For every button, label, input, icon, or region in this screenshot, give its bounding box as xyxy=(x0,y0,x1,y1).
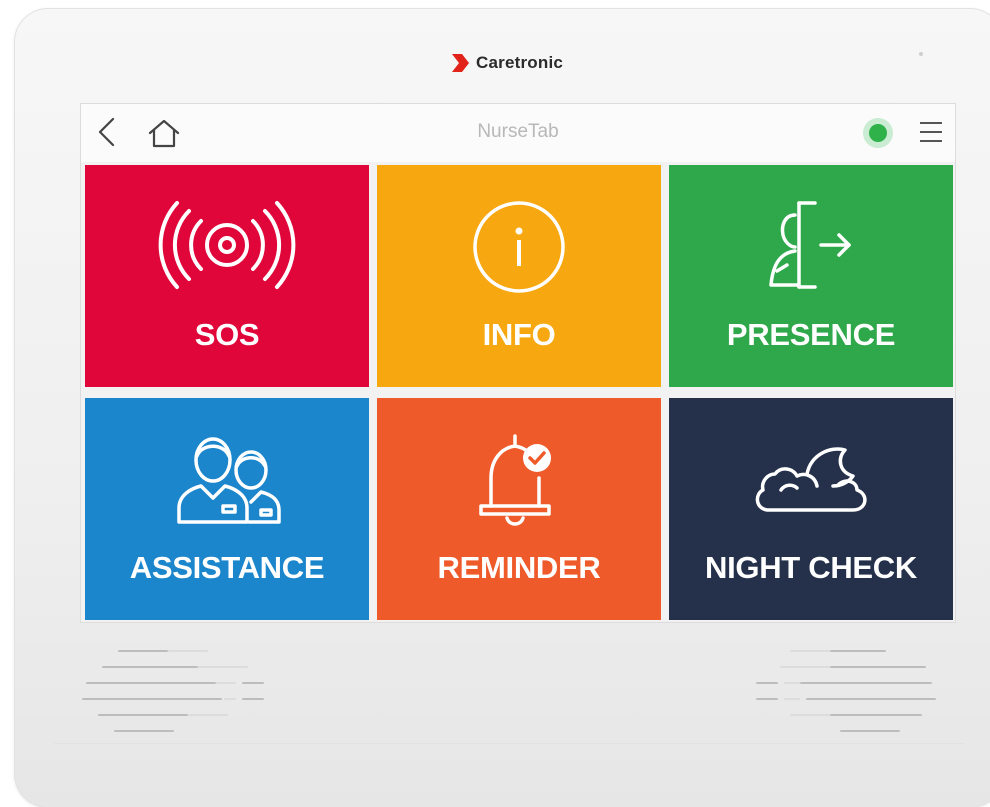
hamburger-menu-icon[interactable] xyxy=(917,118,945,146)
device-bottom-edge xyxy=(54,743,964,744)
tile-label: INFO xyxy=(482,317,556,352)
alarm-signal-icon xyxy=(85,195,369,295)
tile-label: SOS xyxy=(194,317,260,352)
bell-check-icon xyxy=(377,428,661,528)
screen: NurseTab SOS INFO PRESENCE ASSISTANCE RE… xyxy=(80,103,956,623)
app-title: NurseTab xyxy=(477,121,559,142)
tile-presence[interactable]: PRESENCE xyxy=(669,165,953,387)
tile-label: NIGHT CHECK xyxy=(705,550,917,585)
tile-info[interactable]: INFO xyxy=(377,165,661,387)
brand-name: Caretronic xyxy=(476,53,564,72)
status-online-icon xyxy=(863,118,893,148)
caretronic-logo-icon xyxy=(452,54,469,72)
tile-label: PRESENCE xyxy=(726,317,896,352)
top-bar: NurseTab xyxy=(81,104,955,162)
tile-label: ASSISTANCE xyxy=(129,550,325,585)
tile-night-check[interactable]: NIGHT CHECK xyxy=(669,398,953,620)
person-exit-door-icon xyxy=(669,195,953,295)
tile-grid: SOS INFO PRESENCE ASSISTANCE REMINDER NI… xyxy=(85,165,953,620)
info-circle-icon xyxy=(377,195,661,295)
brand-logo: Caretronic xyxy=(450,48,563,78)
tile-label: REMINDER xyxy=(437,550,601,585)
status-online-dot xyxy=(869,124,887,142)
tile-reminder[interactable]: REMINDER xyxy=(377,398,661,620)
speaker-grille-right xyxy=(750,648,950,738)
moon-clouds-icon xyxy=(669,428,953,528)
tile-assistance[interactable]: ASSISTANCE xyxy=(85,398,369,620)
tile-sos[interactable]: SOS xyxy=(85,165,369,387)
speaker-grille-left xyxy=(78,648,278,738)
tablet-device: Caretronic NurseTab SOS INFO PRESENCE AS… xyxy=(14,8,990,807)
camera-icon xyxy=(919,52,923,56)
two-caregivers-icon xyxy=(85,428,369,528)
